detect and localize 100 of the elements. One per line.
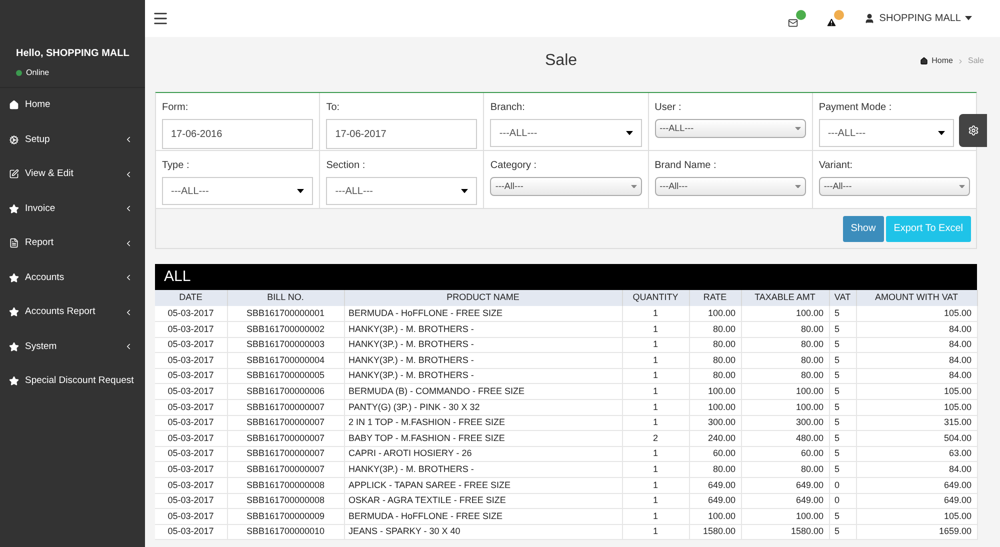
column-header: PRODUCT NAME xyxy=(344,290,622,306)
table-cell: SBB161700000006 xyxy=(227,384,344,400)
table-cell: 80.00 xyxy=(741,322,829,338)
dropdown[interactable]: ---ALL--- xyxy=(654,119,806,138)
table-cell: 1 xyxy=(622,446,689,462)
caret-icon xyxy=(794,126,801,130)
caret-icon xyxy=(297,188,304,194)
table-cell: SBB161700000007 xyxy=(227,430,344,446)
settings-icon[interactable] xyxy=(959,114,987,147)
table-cell: 100.00 xyxy=(741,508,829,524)
column-header: VAT xyxy=(829,290,856,306)
field-label: Section : xyxy=(326,159,366,173)
table-cell: OSKAR - AGRA TEXTILE - FREE SIZE xyxy=(344,493,622,509)
sidebar-item[interactable]: Home xyxy=(0,88,145,122)
field-label: To: xyxy=(326,101,341,115)
table-cell: 480.00 xyxy=(741,430,829,446)
user-menu[interactable]: SHOPPING MALL xyxy=(864,11,972,26)
mail-icon[interactable] xyxy=(788,10,806,28)
table-cell: HANKY(3P.) - M. BROTHERS - xyxy=(344,352,622,368)
table-cell: 5 xyxy=(829,430,856,446)
menu-icon[interactable] xyxy=(152,10,169,27)
table-cell: SBB161700000009 xyxy=(227,508,344,524)
table-cell: 05-03-2017 xyxy=(155,415,227,431)
column-header: AMOUNT WITH VAT xyxy=(856,290,977,306)
table-cell: 300.00 xyxy=(741,415,829,431)
warning-icon[interactable] xyxy=(826,10,844,28)
table-title: ALL xyxy=(155,264,977,290)
table-cell: 05-03-2017 xyxy=(155,384,227,400)
table-cell: 5 xyxy=(829,524,856,540)
dropdown[interactable]: ---ALL--- xyxy=(490,119,642,147)
sidebar-item[interactable]: View & Edit xyxy=(0,157,145,192)
breadcrumb-item[interactable]: Home xyxy=(932,55,953,67)
table-cell: SBB161700000010 xyxy=(227,524,344,540)
table-cell: 80.00 xyxy=(689,352,741,368)
table-cell: 5 xyxy=(829,415,856,431)
table-cell: PANTY(G) (3P.) - PINK - 30 X 32 xyxy=(344,400,622,416)
table-cell: 1 xyxy=(622,368,689,384)
table-cell: 05-03-2017 xyxy=(155,478,227,494)
sidebar-item[interactable]: Accounts xyxy=(0,260,145,295)
table-cell: SBB161700000004 xyxy=(227,352,344,368)
table-cell: SBB161700000003 xyxy=(227,337,344,353)
dropdown[interactable]: ---All--- xyxy=(654,177,806,196)
table-cell: HANKY(3P.) - M. BROTHERS - xyxy=(344,462,622,478)
dropdown[interactable]: ---ALL--- xyxy=(818,119,954,147)
table-cell: 1 xyxy=(622,462,689,478)
dropdown[interactable]: ---All--- xyxy=(818,177,970,196)
sidebar-item[interactable]: Accounts Report xyxy=(0,295,145,330)
table-cell: BERMUDA - HoFFLONE - FREE SIZE xyxy=(344,306,622,322)
column-header: QUANTITY xyxy=(622,290,689,306)
table-cell: 05-03-2017 xyxy=(155,352,227,368)
table-cell: SBB161700000001 xyxy=(227,306,344,322)
table-cell: 80.00 xyxy=(689,368,741,384)
table-cell: 80.00 xyxy=(741,352,829,368)
table-cell: 05-03-2017 xyxy=(155,508,227,524)
table-cell: 649.00 xyxy=(856,478,977,494)
table-cell: 84.00 xyxy=(856,462,977,478)
dropdown[interactable]: ---ALL--- xyxy=(162,177,314,205)
field-label: Category : xyxy=(490,159,538,173)
chevron-icon xyxy=(956,58,964,64)
table-cell: 84.00 xyxy=(856,352,977,368)
status-text: Online xyxy=(26,67,50,79)
page-title: Sale xyxy=(545,51,578,71)
date-field[interactable]: 17-06-2016 xyxy=(162,119,314,149)
caret-icon xyxy=(630,184,637,188)
table-cell: SBB161700000007 xyxy=(227,462,344,478)
table-cell: 05-03-2017 xyxy=(155,446,227,462)
table-cell: BABY TOP - M.FASHION - FREE SIZE xyxy=(344,430,622,446)
sidebar-item[interactable]: Setup xyxy=(0,122,145,157)
table-cell: 60.00 xyxy=(689,446,741,462)
table-cell: SBB161700000008 xyxy=(227,478,344,494)
sidebar-item[interactable]: System xyxy=(0,330,145,364)
table-cell: 80.00 xyxy=(689,322,741,338)
table-cell: BERMUDA (B) - COMMANDO - FREE SIZE xyxy=(344,384,622,400)
caret-icon xyxy=(959,184,966,188)
column-header: BILL NO. xyxy=(227,290,344,306)
table-cell: 100.00 xyxy=(741,384,829,400)
table-cell: 100.00 xyxy=(689,508,741,524)
show-button[interactable]: Show xyxy=(842,216,884,242)
dropdown[interactable]: ---ALL--- xyxy=(326,177,478,205)
dropdown[interactable]: ---All--- xyxy=(490,177,642,196)
table-cell: 1 xyxy=(622,384,689,400)
home-icon xyxy=(920,57,928,65)
date-field[interactable]: 17-06-2017 xyxy=(326,119,478,149)
table-cell: 5 xyxy=(829,446,856,462)
table-cell: SBB161700000007 xyxy=(227,415,344,431)
table-cell: 2 IN 1 TOP - M.FASHION - FREE SIZE xyxy=(344,415,622,431)
table-cell: 1 xyxy=(622,415,689,431)
table-cell: 05-03-2017 xyxy=(155,524,227,540)
table-cell: 60.00 xyxy=(741,446,829,462)
table-cell: 1 xyxy=(622,524,689,540)
table-cell: 05-03-2017 xyxy=(155,400,227,416)
table-cell: 105.00 xyxy=(856,508,977,524)
table-cell: 100.00 xyxy=(689,384,741,400)
table-cell: 649.00 xyxy=(741,493,829,509)
table-cell: 80.00 xyxy=(741,462,829,478)
table-cell: SBB161700000002 xyxy=(227,322,344,338)
sidebar-item[interactable]: Special Discount Request xyxy=(0,364,145,398)
table-cell: 1 xyxy=(622,493,689,509)
sidebar-item[interactable]: Report xyxy=(0,226,145,260)
sidebar-item[interactable]: Invoice xyxy=(0,192,145,226)
